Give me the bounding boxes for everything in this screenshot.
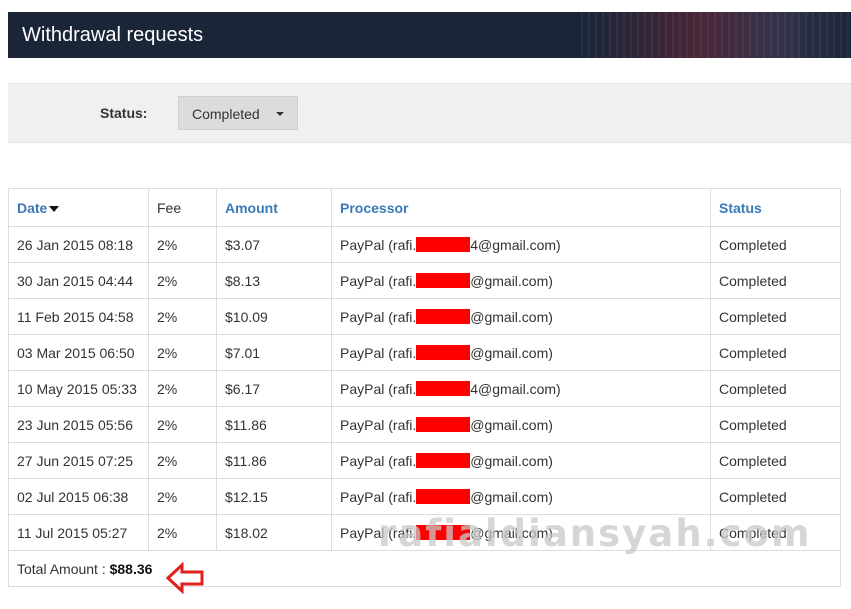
- redaction-block: [416, 344, 471, 360]
- table-row: 30 Jan 2015 04:44 2% $8.13 PayPal (rafi.…: [8, 262, 841, 299]
- redaction-block: [416, 380, 471, 396]
- processor-suffix: @gmail.com): [470, 344, 553, 361]
- cell-fee: 2%: [148, 406, 217, 443]
- cell-fee: 2%: [148, 442, 217, 479]
- processor-suffix: @gmail.com): [470, 488, 553, 505]
- total-label: Total Amount :: [17, 560, 110, 577]
- table-row: 23 Jun 2015 05:56 2% $11.86 PayPal (rafi…: [8, 406, 841, 443]
- cell-status: Completed: [710, 406, 841, 443]
- cell-status: Completed: [710, 442, 841, 479]
- processor-prefix: PayPal (rafi.: [340, 308, 417, 325]
- column-header-date-label[interactable]: Date: [17, 200, 47, 216]
- table-row: 10 May 2015 05:33 2% $6.17 PayPal (rafi.…: [8, 370, 841, 407]
- watermark-text: rafialdiansyah.com: [378, 512, 812, 555]
- processor-prefix: PayPal (rafi.: [340, 380, 417, 397]
- status-filter-value: Completed: [192, 106, 260, 122]
- cell-fee: 2%: [148, 298, 217, 335]
- processor-prefix: PayPal (rafi.: [340, 236, 417, 253]
- cell-status: Completed: [710, 334, 841, 371]
- table-row: 27 Jun 2015 07:25 2% $11.86 PayPal (rafi…: [8, 442, 841, 479]
- cell-processor: PayPal (rafi. @gmail.com): [331, 406, 711, 443]
- redaction-block: [416, 452, 471, 468]
- processor-suffix: 4@gmail.com): [470, 380, 561, 397]
- cell-amount: $11.86: [216, 442, 332, 479]
- cell-date: 27 Jun 2015 07:25: [8, 442, 149, 479]
- cell-amount: $12.15: [216, 478, 332, 515]
- processor-prefix: PayPal (rafi.: [340, 272, 417, 289]
- cell-date: 26 Jan 2015 08:18: [8, 226, 149, 263]
- sort-desc-icon: [49, 205, 60, 212]
- cell-amount: $6.17: [216, 370, 332, 407]
- header-banner-image: [581, 12, 851, 58]
- cell-amount: $10.09: [216, 298, 332, 335]
- cell-fee: 2%: [148, 262, 217, 299]
- cell-date: 02 Jul 2015 06:38: [8, 478, 149, 515]
- cell-date: 03 Mar 2015 06:50: [8, 334, 149, 371]
- redaction-block: [416, 272, 471, 288]
- status-filter-label: Status:: [100, 105, 148, 121]
- table-row: 11 Feb 2015 04:58 2% $10.09 PayPal (rafi…: [8, 298, 841, 335]
- processor-prefix: PayPal (rafi.: [340, 452, 417, 469]
- redaction-block: [416, 308, 471, 324]
- cell-date: 23 Jun 2015 05:56: [8, 406, 149, 443]
- status-filter-dropdown[interactable]: Completed: [178, 96, 298, 130]
- processor-suffix: @gmail.com): [470, 416, 553, 433]
- cell-fee: 2%: [148, 514, 217, 551]
- cell-fee: 2%: [148, 334, 217, 371]
- filter-bar: Status: Completed: [8, 83, 851, 143]
- column-header-amount[interactable]: Amount: [216, 188, 332, 227]
- chevron-down-icon: [276, 112, 284, 116]
- cell-date: 11 Feb 2015 04:58: [8, 298, 149, 335]
- cell-processor: PayPal (rafi. @gmail.com): [331, 442, 711, 479]
- table-row: 03 Mar 2015 06:50 2% $7.01 PayPal (rafi.…: [8, 334, 841, 371]
- column-header-date[interactable]: Date: [8, 188, 149, 227]
- processor-prefix: PayPal (rafi.: [340, 488, 417, 505]
- cell-status: Completed: [710, 370, 841, 407]
- cell-status: Completed: [710, 298, 841, 335]
- cell-amount: $7.01: [216, 334, 332, 371]
- cell-processor: PayPal (rafi. @gmail.com): [331, 298, 711, 335]
- cell-processor: PayPal (rafi. 4@gmail.com): [331, 370, 711, 407]
- cell-processor: PayPal (rafi. @gmail.com): [331, 334, 711, 371]
- processor-prefix: PayPal (rafi.: [340, 344, 417, 361]
- table-header-row: Date Fee Amount Processor Status: [8, 188, 841, 227]
- cell-amount: $11.86: [216, 406, 332, 443]
- cell-fee: 2%: [148, 478, 217, 515]
- cell-status: Completed: [710, 226, 841, 263]
- cell-fee: 2%: [148, 370, 217, 407]
- cell-processor: PayPal (rafi. @gmail.com): [331, 262, 711, 299]
- total-cell: Total Amount : $88.36: [8, 550, 841, 587]
- column-header-fee: Fee: [148, 188, 217, 227]
- redaction-block: [416, 416, 471, 432]
- cell-date: 10 May 2015 05:33: [8, 370, 149, 407]
- cell-amount: $8.13: [216, 262, 332, 299]
- cell-status: Completed: [710, 478, 841, 515]
- column-header-status[interactable]: Status: [710, 188, 841, 227]
- cell-status: Completed: [710, 262, 841, 299]
- processor-prefix: PayPal (rafi.: [340, 416, 417, 433]
- total-value: $88.36: [109, 560, 153, 577]
- page-header: Withdrawal requests: [8, 12, 851, 58]
- redaction-block: [416, 488, 471, 504]
- total-row: Total Amount : $88.36: [8, 550, 841, 587]
- cell-date: 11 Jul 2015 05:27: [8, 514, 149, 551]
- processor-suffix: @gmail.com): [470, 272, 553, 289]
- cell-processor: PayPal (rafi. 4@gmail.com): [331, 226, 711, 263]
- processor-suffix: 4@gmail.com): [470, 236, 561, 253]
- cell-fee: 2%: [148, 226, 217, 263]
- processor-suffix: @gmail.com): [470, 308, 553, 325]
- left-arrow-outline-icon: [166, 562, 204, 594]
- redaction-block: [416, 236, 471, 252]
- cell-amount: $18.02: [216, 514, 332, 551]
- processor-suffix: @gmail.com): [470, 452, 553, 469]
- cell-amount: $3.07: [216, 226, 332, 263]
- table-row: 26 Jan 2015 08:18 2% $3.07 PayPal (rafi.…: [8, 226, 841, 263]
- column-header-processor[interactable]: Processor: [331, 188, 711, 227]
- page-title: Withdrawal requests: [22, 24, 204, 46]
- table-row: 02 Jul 2015 06:38 2% $12.15 PayPal (rafi…: [8, 478, 841, 515]
- cell-processor: PayPal (rafi. @gmail.com): [331, 478, 711, 515]
- cell-date: 30 Jan 2015 04:44: [8, 262, 149, 299]
